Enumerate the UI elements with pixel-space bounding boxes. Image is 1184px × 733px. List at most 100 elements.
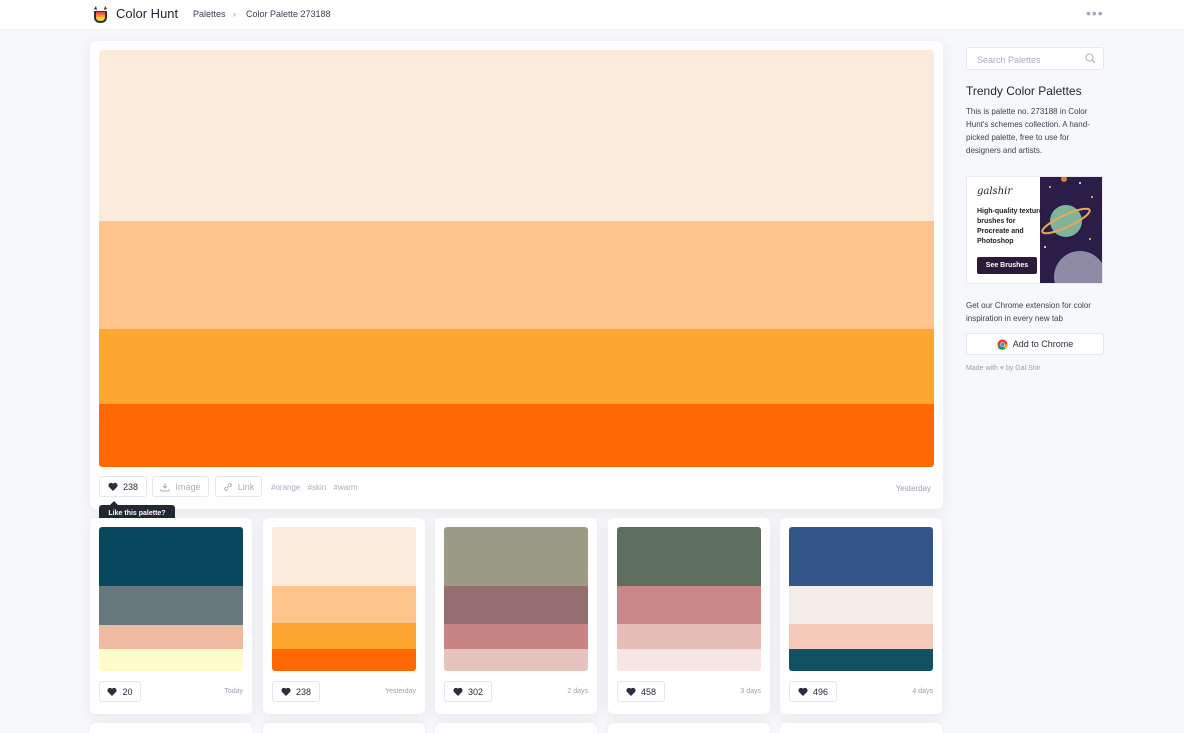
like-button[interactable]: 458: [617, 681, 665, 702]
swatch-1: [272, 527, 416, 586]
palette-swatches[interactable]: [444, 527, 588, 671]
palette-card-peek: [263, 723, 425, 733]
palette-date: 2 days: [567, 688, 588, 695]
palette-card-peek: [90, 723, 252, 733]
palette-card-peek: [608, 723, 770, 733]
swatch-1: [789, 527, 933, 586]
swatch-2: [789, 586, 933, 624]
palette-date: Yesterday: [895, 484, 931, 493]
tag-warm[interactable]: #warm: [334, 483, 358, 492]
breadcrumb-separator: ›: [233, 9, 236, 19]
palette-swatches[interactable]: [617, 527, 761, 671]
palette-color-3[interactable]: [99, 329, 934, 404]
copy-link-button[interactable]: Link: [215, 476, 262, 497]
image-label: Image: [175, 481, 201, 492]
made-with-credit: Made with ♥ by Gal Shir: [966, 365, 1041, 372]
swatch-4: [789, 649, 933, 671]
palette-card-peek: [435, 723, 597, 733]
palette-color-1[interactable]: [99, 50, 934, 221]
swatch-1: [617, 527, 761, 586]
ad-signature: galshir: [977, 186, 1013, 197]
swatch-3: [99, 625, 243, 649]
palette-date: Today: [224, 688, 243, 695]
download-icon: [160, 482, 170, 491]
made-with-author[interactable]: by Gal Shir: [1006, 365, 1041, 372]
tag-skin[interactable]: #skin: [308, 483, 327, 492]
main-palette-swatches: [99, 50, 934, 467]
palette-card-1[interactable]: 20 Today: [90, 518, 252, 714]
extension-text: Get our Chrome extension for color inspi…: [966, 301, 1091, 323]
swatch-1: [99, 527, 243, 586]
search-box: [966, 47, 1104, 70]
palette-card-peek: [780, 723, 942, 733]
palette-card-5[interactable]: 496 4 days: [780, 518, 942, 714]
add-to-chrome-label: Add to Chrome: [1012, 339, 1074, 349]
palette-card-2[interactable]: 238 Yesterday: [263, 518, 425, 714]
palette-color-4[interactable]: [99, 404, 934, 467]
like-count: 458: [640, 686, 657, 697]
like-count: 302: [467, 686, 484, 697]
swatch-3: [789, 624, 933, 649]
swatch-3: [617, 624, 761, 649]
like-button[interactable]: 496: [789, 681, 837, 702]
swatch-2: [99, 586, 243, 625]
palette-color-2[interactable]: [99, 221, 934, 329]
color-hunt-logo-icon[interactable]: [92, 5, 109, 24]
palette-card-4[interactable]: 458 3 days: [608, 518, 770, 714]
made-with-prefix: Made with: [966, 365, 998, 372]
download-image-button[interactable]: Image: [152, 476, 209, 497]
heart-icon: [281, 687, 291, 696]
ad-copy: High-quality texture brushes for Procrea…: [977, 208, 1043, 245]
swatch-2: [444, 586, 588, 624]
like-count: 20: [122, 686, 133, 697]
heart-icon: [453, 687, 463, 696]
heart-icon: [798, 687, 808, 696]
like-button[interactable]: 302: [444, 681, 492, 702]
like-count: 238: [295, 686, 312, 697]
palette-tags: #orange #skin #warm: [271, 483, 363, 492]
heart-icon: [107, 687, 118, 696]
heart-icon: ♥: [999, 365, 1005, 372]
see-brushes-button[interactable]: See Brushes: [977, 257, 1037, 274]
swatch-3: [444, 624, 588, 649]
swatch-4: [272, 649, 416, 671]
palette-swatches[interactable]: [272, 527, 416, 671]
swatch-2: [617, 586, 761, 624]
brushes-ad[interactable]: galshir High-quality texture brushes for…: [966, 176, 1103, 284]
add-to-chrome-button[interactable]: Add to Chrome: [966, 333, 1104, 355]
like-button[interactable]: 238: [272, 681, 320, 702]
search-input[interactable]: [975, 52, 1089, 68]
swatch-2: [272, 586, 416, 623]
top-header: Color Hunt Palettes › Color Palette 2731…: [0, 0, 1184, 29]
sidebar-description: This is palette no. 273188 in Color Hunt…: [966, 107, 1090, 155]
planet-illustration-icon: [1040, 177, 1102, 283]
palette-swatches[interactable]: [99, 527, 243, 671]
brand-name[interactable]: Color Hunt: [116, 6, 178, 21]
tag-orange[interactable]: #orange: [271, 483, 300, 492]
main-palette-card: 238 Image Link #orange #skin #warm Yeste…: [90, 41, 943, 509]
link-label: Link: [237, 481, 255, 492]
swatch-1: [444, 527, 588, 586]
like-count: 496: [812, 686, 829, 697]
heart-icon: [108, 482, 118, 491]
swatch-3: [272, 623, 416, 649]
swatch-4: [444, 649, 588, 671]
breadcrumb-current: Color Palette 273188: [246, 9, 331, 19]
like-button[interactable]: 238: [99, 476, 147, 497]
palette-swatches[interactable]: [789, 527, 933, 671]
heart-icon: [626, 687, 636, 696]
chrome-icon: [997, 338, 1008, 350]
sidebar-title: Trendy Color Palettes: [966, 84, 1082, 98]
swatch-4: [617, 649, 761, 671]
search-icon[interactable]: [1085, 53, 1096, 64]
link-icon: [223, 482, 232, 491]
palette-card-3[interactable]: 302 2 days: [435, 518, 597, 714]
swatch-4: [99, 649, 243, 671]
palette-date: 3 days: [740, 688, 761, 695]
like-button[interactable]: 20: [99, 681, 141, 702]
like-count: 238: [122, 481, 139, 492]
more-dots-icon[interactable]: •••: [1086, 5, 1104, 21]
palette-date: Yesterday: [385, 688, 416, 695]
palette-date: 4 days: [912, 688, 933, 695]
breadcrumb-palettes[interactable]: Palettes: [193, 9, 226, 19]
